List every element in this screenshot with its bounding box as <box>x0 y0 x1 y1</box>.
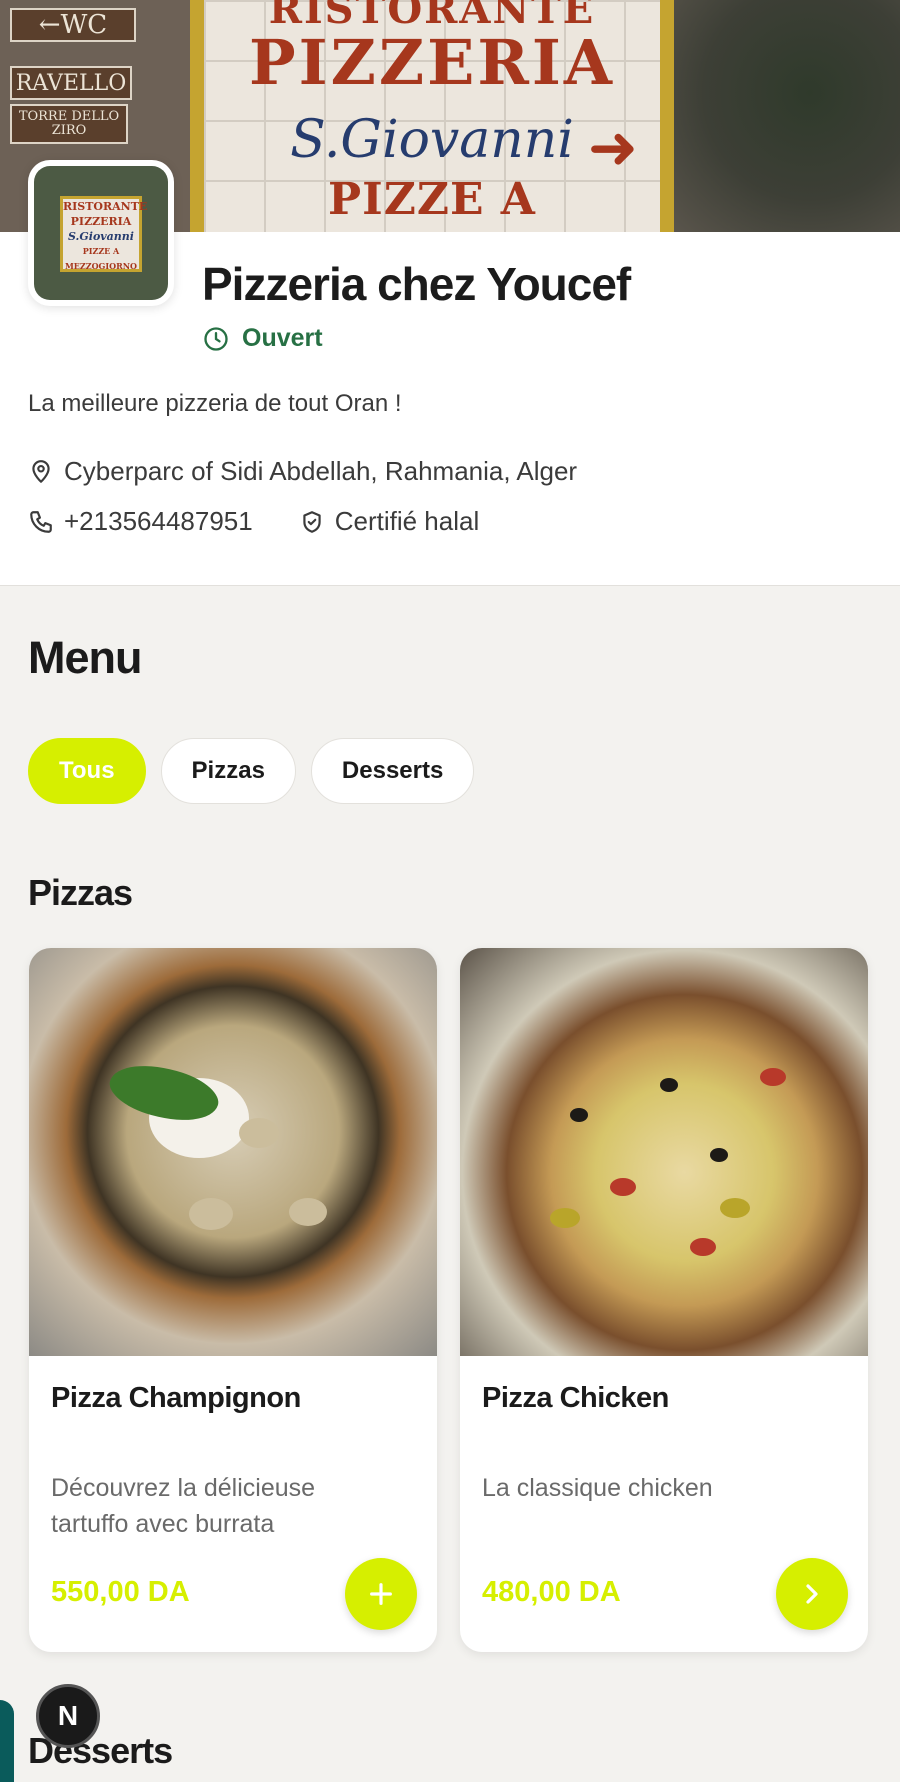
hero-tile-line: PIZZE A MEZZOGIORNO <box>228 174 634 232</box>
plus-icon <box>370 1583 392 1605</box>
address-row: Cyberparc of Sidi Abdellah, Rahmania, Al… <box>28 456 577 487</box>
avatar-image: RISTORANTE PIZZERIA S.Giovanni PIZZE A M… <box>34 166 168 300</box>
phone-icon <box>30 510 52 533</box>
filter-chip-tous[interactable]: Tous <box>28 738 146 804</box>
pizza-chicken-image <box>460 948 868 1356</box>
arrow-right-icon: ➜ <box>587 114 638 181</box>
phone-text[interactable]: +213564487951 <box>64 506 253 537</box>
status-label: Ouvert <box>242 324 323 352</box>
item-price: 550,00 DA <box>51 1576 190 1608</box>
ravello-sign: RAVELLO <box>10 66 132 100</box>
clock-icon <box>204 326 228 351</box>
torre-sign: TORRE DELLO ZIRO <box>10 104 128 144</box>
map-pin-icon <box>32 459 50 483</box>
item-name: Pizza Chicken <box>482 1382 669 1414</box>
restaurant-avatar: RISTORANTE PIZZERIA S.Giovanni PIZZE A M… <box>28 160 174 306</box>
halal-certification: Certifié halal <box>334 506 480 536</box>
address-text: Cyberparc of Sidi Abdellah, Rahmania, Al… <box>64 456 578 486</box>
pizza-champignon-image <box>29 948 437 1356</box>
hero-foliage <box>674 0 900 232</box>
restaurant-page: ←WC RAVELLO TORRE DELLO ZIRO RISTORANTE … <box>0 0 900 1782</box>
item-description: La classique chicken <box>482 1474 713 1502</box>
section-title-pizzas: Pizzas <box>28 872 133 913</box>
restaurant-name: Pizzeria chez Youcef <box>202 258 631 310</box>
item-description: Découvrez la délicieuse tartuffo avec bu… <box>51 1474 316 1538</box>
avatar-tile-line: RISTORANTE <box>63 200 148 213</box>
view-item-button[interactable] <box>776 1558 848 1630</box>
shield-check-icon <box>303 510 321 533</box>
avatar-tile-sign: RISTORANTE PIZZERIA S.Giovanni PIZZE A M… <box>60 196 148 272</box>
menu-item-card[interactable]: Pizza Chicken La classique chicken 480,0… <box>460 948 868 1652</box>
hero-tile-line: PIZZERIA <box>248 26 616 99</box>
avatar-tile-line: S.Giovanni <box>68 230 134 243</box>
chevron-right-icon <box>806 1584 818 1604</box>
avatar-tile-line: PIZZERIA <box>70 215 132 228</box>
menu-item-card[interactable]: Pizza Champignon Découvrez la délicieuse… <box>29 948 437 1652</box>
filter-chip-desserts[interactable]: Desserts <box>310 738 475 804</box>
restaurant-description: La meilleure pizzeria de tout Oran ! <box>28 390 402 417</box>
hero-tile-sign: RISTORANTE PIZZERIA S.Giovanni ➜ PIZZE A… <box>190 0 674 232</box>
item-name: Pizza Champignon <box>51 1382 301 1414</box>
wc-sign: ←WC <box>10 8 136 42</box>
avatar-tile-line: PIZZE A MEZZOGIORNO <box>64 246 138 271</box>
page-edge-decoration <box>0 1700 14 1782</box>
filter-chip-pizzas[interactable]: Pizzas <box>160 738 296 804</box>
nextjs-dev-badge[interactable]: N <box>36 1684 100 1748</box>
menu-title: Menu <box>28 632 142 683</box>
category-filters: Tous Pizzas Desserts <box>28 738 475 804</box>
add-to-cart-button[interactable] <box>345 1558 417 1630</box>
contact-row: +213564487951 Certifié halal <box>28 506 479 537</box>
item-price: 480,00 DA <box>482 1576 621 1608</box>
open-status: Ouvert <box>202 324 323 353</box>
